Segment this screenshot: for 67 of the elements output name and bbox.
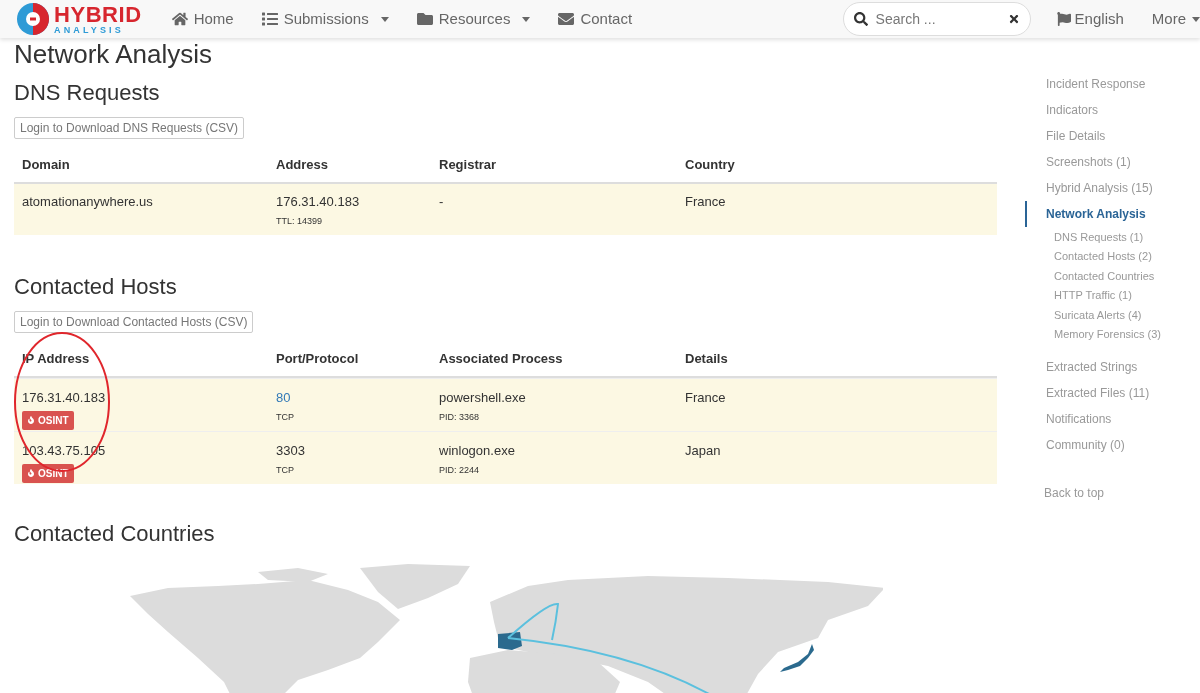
clear-icon [1007, 13, 1020, 25]
table-cell-text: Japan [685, 442, 721, 460]
column-header: Port/Protocol [276, 349, 359, 368]
back-to-top-link[interactable]: Back to top [1025, 484, 1200, 502]
port-link[interactable]: 80 [276, 388, 291, 408]
sidebar-item[interactable]: Community (0) [1025, 432, 1200, 458]
language-link[interactable]: English [1056, 7, 1124, 31]
download-button[interactable]: Login to Download DNS Requests (CSV) [14, 116, 245, 139]
cell-subtext: TCP [276, 463, 294, 477]
nav-link[interactable]: Resources [416, 7, 531, 31]
sidebar-subitem[interactable]: Memory Forensics (3) [1054, 324, 1200, 344]
logo-subtitle: ANALYSIS [54, 25, 125, 35]
osint-badge[interactable]: OSINT [22, 410, 74, 430]
section-heading: Contacted Countries [14, 520, 216, 548]
sidebar-item[interactable]: Hybrid Analysis (15) [1025, 175, 1200, 201]
sidebar-subitem[interactable]: Contacted Hosts (2) [1054, 246, 1200, 266]
sidebar-item[interactable]: Incident Response [1025, 71, 1200, 97]
sidebar-subitem[interactable]: Contacted Countries [1054, 266, 1200, 286]
caret-icon [1192, 16, 1200, 22]
folder-icon [416, 11, 433, 27]
sidebar-subitem[interactable]: DNS Requests (1) [1054, 227, 1200, 247]
sidebar-item[interactable]: Network Analysis [1025, 201, 1200, 227]
table-cell-text: 176.31.40.183 [276, 193, 360, 211]
table-cell-text: atomationanywhere.us [22, 193, 153, 211]
search-field[interactable]: Search ... [842, 2, 1031, 36]
sidebar-item[interactable]: Notifications [1025, 406, 1200, 432]
section-heading: Contacted Hosts [14, 273, 178, 301]
sidebar-subitem[interactable]: Suricata Alerts (4) [1054, 305, 1200, 325]
cell-subtext: PID: 2244 [439, 463, 480, 477]
fire-icon [27, 416, 35, 424]
table-cell-text: France [685, 389, 726, 407]
table-cell-text: powershell.exe [439, 389, 526, 407]
fire-icon [27, 469, 35, 477]
sidebar-item[interactable]: Extracted Files (11) [1025, 380, 1200, 406]
cell-subtext: TCP [276, 410, 294, 424]
more-menu[interactable]: More [1151, 7, 1200, 31]
envelope-icon [558, 11, 575, 27]
nav-link[interactable]: Contact [558, 7, 633, 31]
column-header: Address [276, 155, 329, 174]
sidebar-item[interactable]: Screenshots (1) [1025, 149, 1200, 175]
page-heading: Network Analysis [14, 41, 213, 67]
table-cell-text: - [439, 193, 444, 211]
table-cell-text: France [685, 193, 726, 211]
osint-badge[interactable]: OSINT [22, 463, 74, 483]
nav-link[interactable]: Home [171, 7, 234, 31]
table-cell-text: winlogon.exe [439, 442, 515, 460]
table-cell-text: 3303 [276, 442, 305, 460]
column-header: Registrar [439, 155, 497, 174]
column-header: Associated Process [439, 349, 563, 368]
sidebar-item[interactable]: Indicators [1025, 97, 1200, 123]
list-icon [261, 11, 278, 27]
search-icon [853, 12, 868, 26]
home-icon [171, 11, 188, 27]
logo-title: HYBRID [54, 3, 142, 26]
table-cell-text: 176.31.40.183 [22, 389, 106, 407]
nav-link[interactable]: Submissions [261, 7, 389, 31]
column-header: Country [685, 155, 735, 174]
download-button[interactable]: Login to Download Contacted Hosts (CSV) [14, 310, 254, 333]
cell-subtext: TTL: 14399 [276, 214, 323, 228]
sidebar-item[interactable]: File Details [1025, 123, 1200, 149]
cell-subtext: PID: 3368 [439, 410, 480, 424]
sidebar-item[interactable]: Extracted Strings [1025, 354, 1200, 380]
section-heading: DNS Requests [14, 79, 161, 107]
column-header: Domain [22, 155, 70, 174]
column-header: Details [685, 349, 728, 368]
sidebar-subitem[interactable]: HTTP Traffic (1) [1054, 285, 1200, 305]
flag-icon [1056, 12, 1071, 26]
